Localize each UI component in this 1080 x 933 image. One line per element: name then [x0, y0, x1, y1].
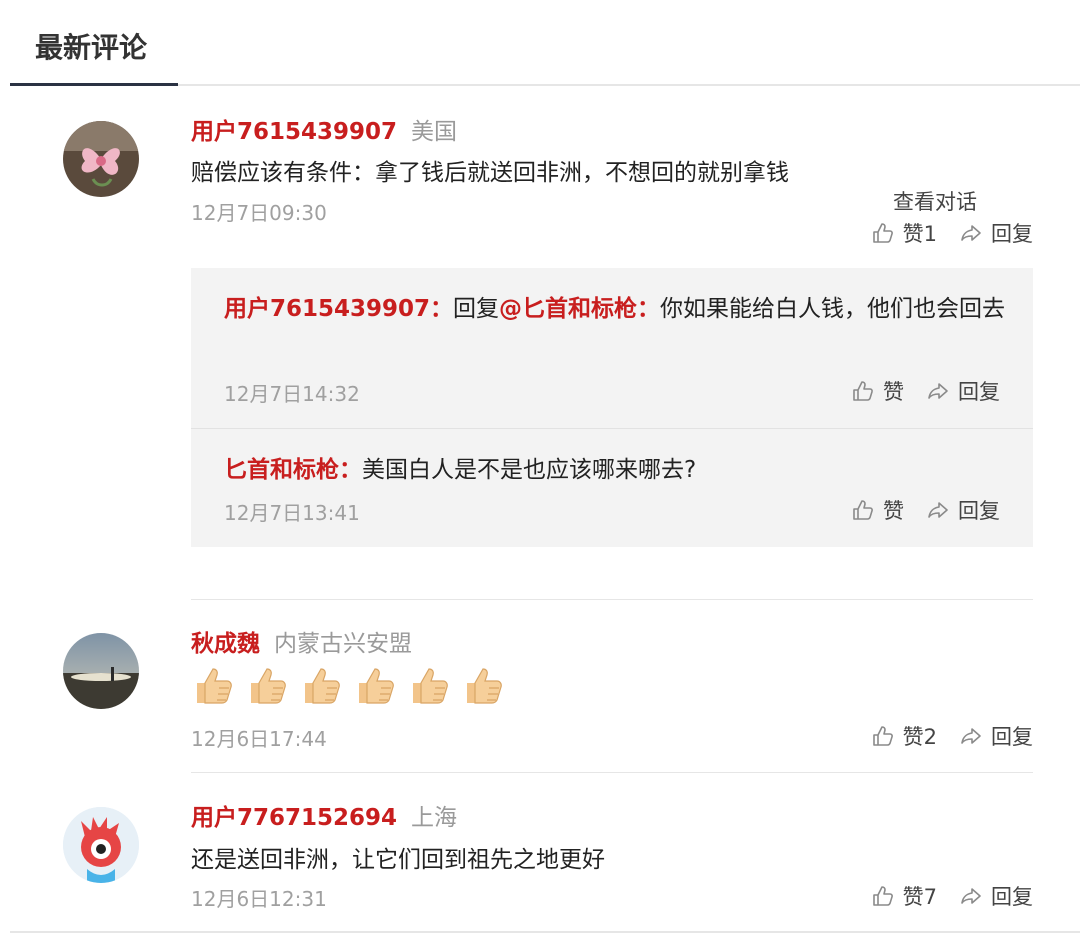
reply-item: 用户7615439907：回复@匕首和标枪：你如果能给白人钱，他们也会回去 12…: [191, 268, 1033, 428]
avatar[interactable]: [63, 807, 139, 883]
view-conversation-link[interactable]: 查看对话: [893, 186, 977, 216]
thumbs-up-emoji-icon: [197, 668, 232, 704]
thumbs-up-emoji-icon: [413, 668, 448, 704]
like-count: 赞1: [902, 222, 937, 246]
thumbs-up-icon: [871, 884, 895, 908]
comment-divider: [191, 599, 1033, 600]
reply-arrow-icon: [926, 379, 950, 403]
user-location: 美国: [411, 119, 458, 145]
reply-content: 匕首和标枪：美国白人是不是也应该哪来哪去?: [224, 449, 1014, 491]
user-location: 内蒙古兴安盟: [274, 631, 412, 657]
like-count: 赞2: [902, 725, 937, 749]
username[interactable]: 用户7615439907: [191, 119, 397, 145]
reply-button[interactable]: 回复: [959, 881, 1033, 911]
comment-actions: 赞1 回复: [871, 218, 1033, 248]
like-button[interactable]: 赞7: [871, 881, 937, 911]
comment-divider: [191, 772, 1033, 773]
thumbs-up-emoji-icon: [251, 668, 286, 704]
reply-to-user[interactable]: @匕首和标枪：: [499, 296, 660, 322]
comment-time: 12月6日17:44: [191, 727, 327, 751]
user-location: 上海: [411, 805, 458, 831]
reply-username[interactable]: 用户7615439907：: [224, 296, 453, 322]
username[interactable]: 秋成魏: [191, 631, 260, 657]
reply-arrow-icon: [959, 724, 983, 748]
section-title: 最新评论: [35, 31, 148, 64]
like-count: 赞7: [902, 885, 937, 909]
comment-text: 👍👍👍👍👍👍: [191, 661, 509, 709]
reply-username[interactable]: 匕首和标枪：: [224, 457, 362, 483]
reply-actions: 赞 回复: [851, 376, 1000, 406]
reply-button[interactable]: 回复: [959, 721, 1033, 751]
comment-text: 还是送回非洲，让它们回到祖先之地更好: [191, 847, 605, 873]
thumbs-up-emoji-icon: [467, 668, 502, 704]
reply-thread: 用户7615439907：回复@匕首和标枪：你如果能给白人钱，他们也会回去 12…: [191, 268, 1033, 547]
reply-button[interactable]: 回复: [926, 376, 1000, 406]
reply-time: 12月7日14:32: [224, 382, 360, 406]
like-button[interactable]: 赞: [851, 376, 904, 406]
thumbs-up-icon: [871, 724, 895, 748]
reply-arrow-icon: [959, 221, 983, 245]
like-button[interactable]: 赞1: [871, 218, 937, 248]
comment-header: 用户7615439907 美国: [191, 112, 457, 146]
thumbs-up-emoji-icon: [359, 668, 394, 704]
comment-actions: 赞7 回复: [871, 881, 1033, 911]
like-button[interactable]: 赞2: [871, 721, 937, 751]
thumbs-up-icon: [871, 221, 895, 245]
reply-label: 回复: [991, 725, 1033, 749]
thumbs-up-emoji-icon: [305, 668, 340, 704]
comment-text: 赔偿应该有条件：拿了钱后就送回非洲，不想回的就别拿钱: [191, 160, 789, 186]
thumbs-emoji-row: [191, 661, 509, 709]
username[interactable]: 用户7767152694: [191, 805, 397, 831]
reply-content: 用户7615439907：回复@匕首和标枪：你如果能给白人钱，他们也会回去: [224, 288, 1014, 330]
comment-actions: 赞2 回复: [871, 721, 1033, 751]
avatar[interactable]: [63, 633, 139, 709]
comment-time: 12月6日12:31: [191, 887, 327, 911]
reply-arrow-icon: [959, 884, 983, 908]
reply-text: 美国白人是不是也应该哪来哪去?: [362, 457, 697, 483]
like-label: 赞: [883, 499, 904, 523]
reply-text: 你如果能给白人钱，他们也会回去: [660, 296, 1006, 322]
reply-label: 回复: [958, 499, 1000, 523]
like-button[interactable]: 赞: [851, 495, 904, 525]
reply-item: 匕首和标枪：美国白人是不是也应该哪来哪去? 12月7日13:41 赞 回复: [191, 429, 1033, 547]
reply-label: 回复: [991, 885, 1033, 909]
reply-label: 回复: [958, 380, 1000, 404]
comment-time: 12月7日09:30: [191, 201, 327, 225]
comment-header: 秋成魏 内蒙古兴安盟: [191, 624, 412, 658]
like-label: 赞: [883, 380, 904, 404]
reply-time: 12月7日13:41: [224, 501, 360, 525]
reply-button[interactable]: 回复: [926, 495, 1000, 525]
avatar[interactable]: [63, 121, 139, 197]
reply-label: 回复: [991, 222, 1033, 246]
active-tab-underline: [10, 83, 178, 86]
comment-header: 用户7767152694 上海: [191, 798, 457, 832]
reply-button[interactable]: 回复: [959, 218, 1033, 248]
reply-prefix: 回复: [453, 296, 500, 322]
reply-actions: 赞 回复: [851, 495, 1000, 525]
thumbs-up-icon: [851, 379, 875, 403]
thumbs-up-icon: [851, 498, 875, 522]
reply-arrow-icon: [926, 498, 950, 522]
